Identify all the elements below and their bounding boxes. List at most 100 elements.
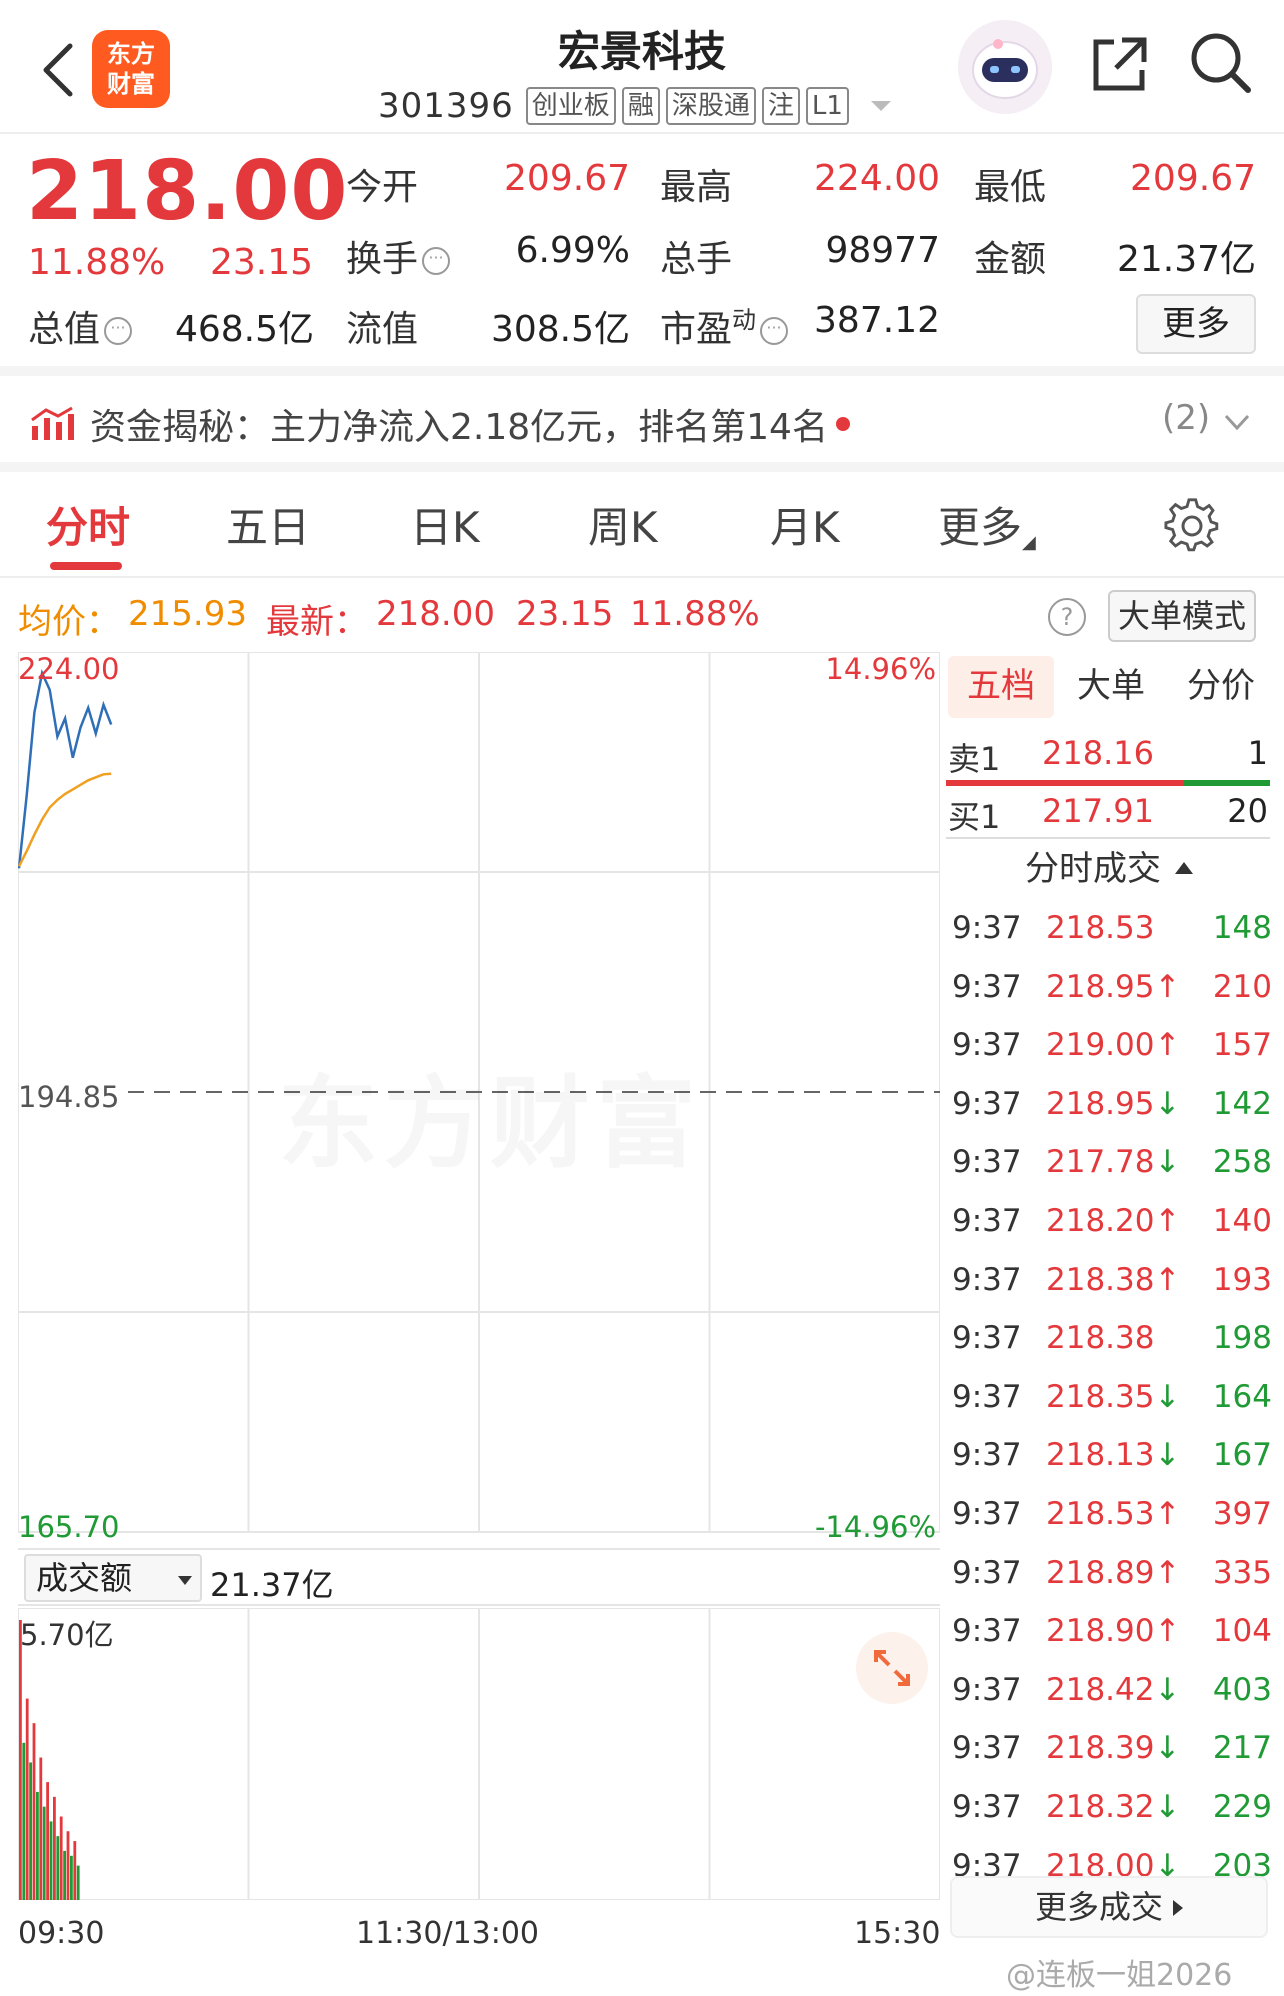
trade-price-value: 217.78 — [1046, 1144, 1155, 1181]
trade-volume: 148 — [1212, 910, 1272, 946]
trade-price: 218.39↓ — [1046, 1730, 1180, 1766]
trade-price-value: 218.95 — [1046, 1085, 1155, 1122]
arrow-up-icon: ↑ — [1154, 1261, 1181, 1298]
tab-more[interactable]: 更多◢ — [938, 494, 1036, 555]
volume-axis-max: 5.70亿 — [20, 1618, 114, 1652]
bar-chart-icon — [31, 406, 74, 440]
tab-more-label: 更多 — [938, 503, 1023, 552]
trade-price-value: 218.53 — [1046, 910, 1155, 946]
volume-chart: 5.70亿 — [18, 1608, 940, 1900]
trade-price-value: 218.13 — [1046, 1437, 1155, 1474]
last-price: 218.00 — [26, 144, 349, 239]
unread-dot — [835, 417, 850, 431]
arrow-up-icon: ↑ — [1154, 1203, 1181, 1239]
trade-volume: 142 — [1212, 1085, 1272, 1122]
trade-price: 218.53 — [1046, 910, 1154, 946]
buy-label: 买1 — [948, 798, 1001, 836]
arrow-up-icon: ↑ — [1154, 1027, 1181, 1064]
field-label-low: 最低 — [974, 167, 1047, 208]
indicator-select-label: 成交额 — [36, 1559, 133, 1597]
search-icon[interactable] — [1188, 30, 1254, 96]
tag-margin: 融 — [621, 87, 660, 125]
trade-volume: 193 — [1212, 1261, 1272, 1298]
pct-axis-min: -14.96% — [814, 1510, 936, 1544]
ai-assistant-icon[interactable] — [958, 20, 1052, 114]
capital-flow-count: (2) — [1162, 398, 1211, 438]
big-order-mode-button[interactable]: 大单模式 — [1108, 590, 1256, 642]
trade-volume: 140 — [1212, 1203, 1272, 1239]
help-icon[interactable]: ? — [1048, 598, 1086, 636]
trade-price-value: 218.89 — [1046, 1554, 1155, 1591]
field-value-low: 209.67 — [1130, 158, 1256, 199]
trade-price: 218.38↑ — [1046, 1262, 1180, 1298]
more-trades-button[interactable]: 更多成交 — [950, 1876, 1268, 1938]
indicator-select[interactable]: 成交额 — [24, 1554, 202, 1602]
tab-day-k[interactable]: 日K — [410, 494, 480, 555]
trade-volume: 104 — [1212, 1613, 1272, 1650]
field-market-cap: 总值 ··· — [28, 300, 133, 352]
intraday-chart[interactable]: 224.00 14.96% 194.85 165.70 -14.96% 东方财富… — [18, 652, 940, 1951]
capital-flow-text: 资金揭秘：主力净流入2.18亿元，排名第14名 — [90, 398, 850, 450]
more-fields-button[interactable]: 更多 — [1136, 294, 1256, 354]
tab-month-k[interactable]: 月K — [770, 494, 840, 555]
field-label-open: 今开 — [346, 167, 419, 208]
chevron-down-icon[interactable] — [870, 101, 891, 111]
trade-row: 9:37 218.95↓ 142 — [952, 1076, 1272, 1136]
field-label-pe-sup: 动 — [732, 306, 757, 334]
field-value-pe: 387.12 — [814, 300, 940, 341]
tick-trades-header[interactable]: 分时成交 — [944, 842, 1274, 898]
trade-volume: 217 — [1212, 1730, 1272, 1767]
tab-price-distribution[interactable]: 分价 — [1168, 656, 1274, 718]
trade-price-value: 218.42 — [1046, 1671, 1155, 1708]
trade-volume: 258 — [1212, 1144, 1272, 1181]
tab-five-day[interactable]: 五日 — [226, 494, 310, 555]
field-label-market-cap: 总值 — [28, 309, 101, 350]
tab-intraday[interactable]: 分时 — [46, 494, 130, 555]
trade-time: 9:37 — [952, 1789, 1022, 1825]
trade-price-value: 218.38 — [1046, 1320, 1155, 1357]
x-axis-midday: 11:30/13:00 — [356, 1916, 540, 1951]
gear-icon[interactable] — [1164, 498, 1220, 554]
info-icon[interactable]: ··· — [422, 247, 451, 275]
info-icon[interactable]: ··· — [104, 317, 133, 345]
tab-big-orders[interactable]: 大单 — [1058, 656, 1164, 718]
volume-bar — [19, 1620, 22, 1900]
volume-total: 21.37亿 — [210, 1566, 334, 1604]
stock-subtitle: 301396 创业板 融 深股通 注 L1 — [378, 84, 891, 128]
arrow-down-icon: ↓ — [1154, 1437, 1181, 1474]
trade-time: 9:37 — [952, 1730, 1022, 1767]
capital-flow-banner[interactable]: 资金揭秘：主力净流入2.18亿元，排名第14名 (2) — [0, 376, 1284, 472]
trade-row: 9:37 218.42↓ 403 — [952, 1662, 1272, 1722]
trade-row: 9:37 218.32↓ 229 — [952, 1779, 1272, 1839]
trade-time: 9:37 — [952, 1320, 1022, 1357]
latest-change-pct: 11.88% — [630, 594, 760, 634]
trade-price-value: 218.90 — [1046, 1613, 1155, 1650]
share-icon[interactable] — [1088, 34, 1150, 96]
trade-volume: 397 — [1212, 1496, 1272, 1532]
tab-week-k[interactable]: 周K — [588, 494, 658, 555]
caret-up-icon — [1175, 862, 1193, 874]
trade-row: 9:37 218.89↑ 335 — [952, 1545, 1272, 1605]
field-value-float-cap: 308.5亿 — [490, 309, 630, 350]
active-tab-indicator — [50, 562, 122, 570]
sell-price: 218.16 — [1042, 734, 1154, 772]
volume-bar — [70, 1855, 73, 1900]
trade-volume: 157 — [1212, 1027, 1272, 1064]
avg-price: 215.93 — [128, 594, 247, 634]
volume-chart-canvas — [18, 1608, 940, 1900]
field-label-high: 最高 — [660, 167, 733, 208]
trade-price-value: 218.35 — [1046, 1378, 1155, 1415]
expand-icon[interactable] — [856, 1632, 928, 1704]
trade-time: 9:37 — [952, 1496, 1022, 1532]
buy-level-1: 买1 217.91 20 — [948, 786, 1268, 836]
capital-flow-summary: 资金揭秘：主力净流入2.18亿元，排名第14名 — [90, 407, 828, 448]
tab-five-levels[interactable]: 五档 — [948, 656, 1054, 718]
field-label-turnover: 换手 — [346, 239, 419, 280]
latest-label: 最新： — [266, 602, 368, 642]
trade-price: 218.95↑ — [1046, 969, 1180, 1005]
trade-time: 9:37 — [952, 1554, 1022, 1591]
trade-price: 217.78↓ — [1046, 1144, 1180, 1180]
trade-price-value: 218.32 — [1046, 1789, 1155, 1825]
chevron-down-icon[interactable] — [1222, 410, 1252, 434]
tick-trades-title: 分时成交 — [1025, 849, 1161, 889]
